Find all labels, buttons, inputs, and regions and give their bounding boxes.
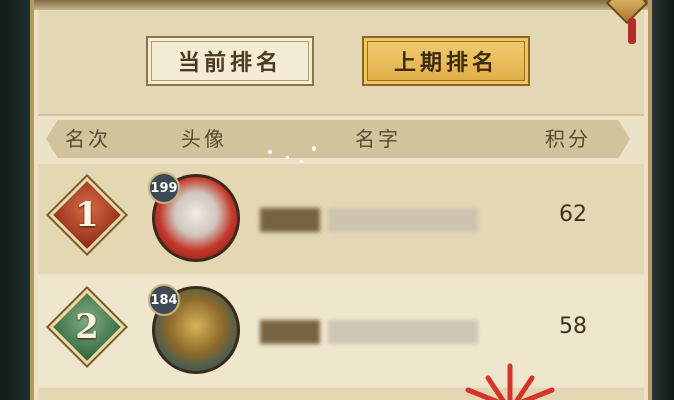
rank-number: 1 xyxy=(75,195,99,235)
column-header-score: 积分 xyxy=(545,127,591,151)
rank-number: 2 xyxy=(75,307,99,347)
player-id-blurred xyxy=(328,320,478,344)
leaderboard-row[interactable]: 1 199 62 xyxy=(38,164,644,274)
player-name-blurred xyxy=(260,320,320,344)
sparkle-icon xyxy=(268,150,272,154)
level-badge: 184 xyxy=(148,284,180,316)
column-header-rank: 名次 xyxy=(65,127,111,151)
background-right xyxy=(650,0,674,400)
player-id-blurred xyxy=(328,208,478,232)
sparkle-icon xyxy=(312,146,316,151)
level-badge: 199 xyxy=(148,172,180,204)
red-tassel-icon xyxy=(628,18,636,44)
column-header-name: 名字 xyxy=(355,127,401,151)
background-left xyxy=(0,0,34,400)
tab-current-ranking[interactable]: 当前排名 xyxy=(146,36,314,86)
tab-area xyxy=(38,10,644,116)
panel-top-border xyxy=(34,0,648,10)
light-burst-icon xyxy=(465,363,555,400)
column-header-avatar: 头像 xyxy=(181,127,227,151)
sparkle-icon xyxy=(286,156,289,159)
player-name-blurred xyxy=(260,208,320,232)
score-value: 62 xyxy=(559,202,587,227)
sparkle-icon xyxy=(300,160,303,163)
score-value: 58 xyxy=(559,314,587,339)
tab-previous-ranking[interactable]: 上期排名 xyxy=(362,36,530,86)
